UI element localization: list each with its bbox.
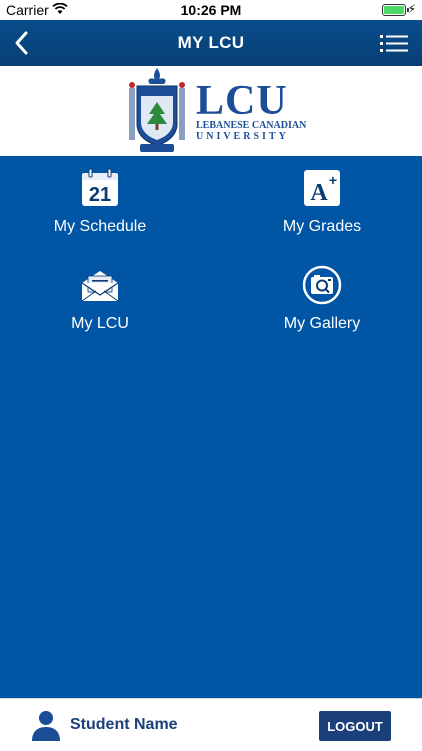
- envelope-icon: [81, 271, 119, 302]
- grade-plus-text: +: [329, 172, 337, 188]
- my-gallery-label: My Gallery: [283, 315, 361, 332]
- my-lcu-tile[interactable]: My LCU: [0, 253, 200, 333]
- university-logo-banner: LCU LEBANESE CANADIAN UNIVERSITY: [0, 66, 422, 156]
- my-lcu-label: My LCU: [71, 315, 129, 332]
- battery-icon: [382, 4, 409, 16]
- student-name: Student Name: [70, 716, 178, 733]
- camera-gallery-icon: [302, 265, 342, 305]
- footer-bar: Student Name LOGOUT: [0, 698, 422, 751]
- logo-wordmark: LCU LEBANESE CANADIAN UNIVERSITY: [196, 78, 307, 142]
- logo-subtitle-line2: UNIVERSITY: [196, 131, 289, 142]
- my-grades-label: My Grades: [282, 218, 362, 235]
- calendar-day-text: 21: [89, 184, 111, 206]
- logo-main-text: LCU: [196, 78, 288, 124]
- nav-bar: MY LCU: [0, 20, 422, 66]
- my-schedule-label: My Schedule: [53, 218, 147, 235]
- student-avatar-icon: [32, 711, 60, 741]
- grade-a-plus-icon: A +: [304, 170, 340, 206]
- clock: 10:26 PM: [180, 2, 242, 18]
- list-menu-icon[interactable]: [380, 32, 408, 54]
- grade-letter-text: A: [310, 180, 328, 206]
- logo-subtitle-line1: LEBANESE CANADIAN: [196, 120, 307, 131]
- charging-bolt-icon: ⚡: [407, 2, 416, 16]
- my-schedule-tile[interactable]: 21 My Schedule: [0, 156, 200, 236]
- logout-button[interactable]: LOGOUT: [319, 711, 391, 741]
- calendar-icon: 21: [82, 168, 118, 206]
- page-title: MY LCU: [177, 33, 245, 52]
- lcu-crest-logo: [129, 68, 185, 152]
- my-grades-tile[interactable]: A + My Grades: [222, 156, 422, 236]
- my-gallery-tile[interactable]: My Gallery: [222, 253, 422, 333]
- dashboard-grid: 21 My Schedule A + My Grades My LCU My G…: [0, 156, 422, 698]
- status-bar: Carrier 10:26 PM ⚡: [0, 0, 422, 20]
